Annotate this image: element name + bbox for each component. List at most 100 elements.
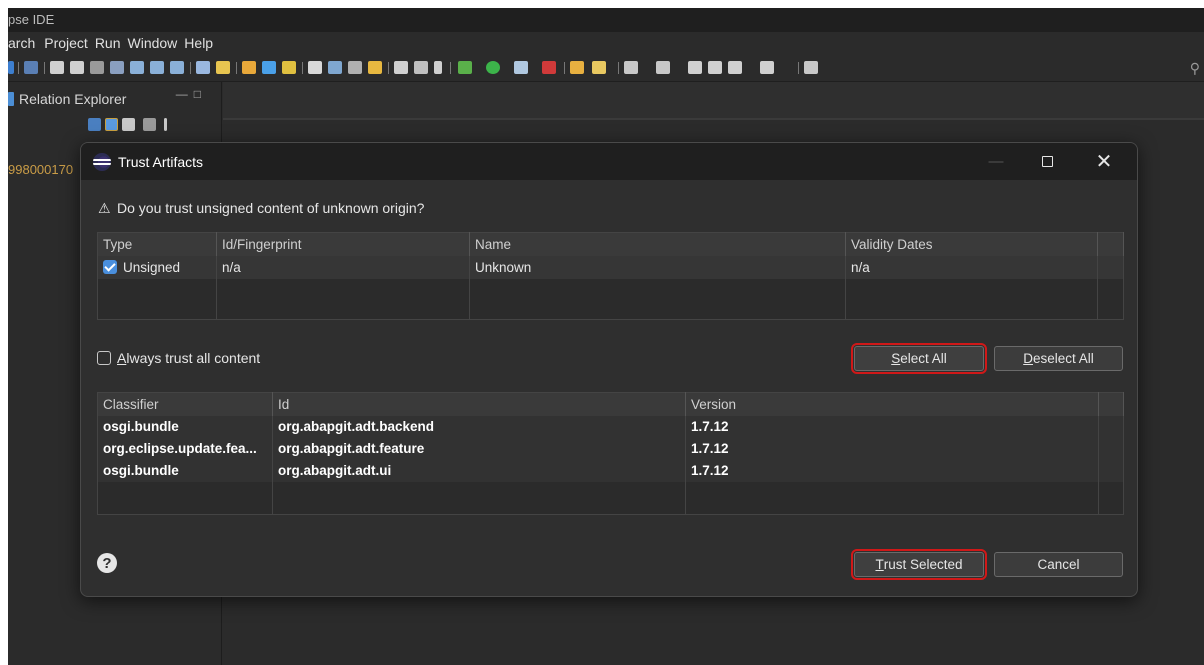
menu-run[interactable]: Run [95,35,128,54]
step-into-icon[interactable] [130,61,144,74]
version-cell: 1.7.12 [685,437,1099,460]
toolbar-icon[interactable] [282,61,296,74]
step-over-icon[interactable] [150,61,164,74]
toolbar-icon[interactable] [216,61,230,74]
editor-tab-area [223,82,1204,120]
toolbar-icon[interactable] [308,61,322,74]
column-header-filler [1097,232,1124,257]
filler-cell [1098,459,1124,482]
column-header-type[interactable]: Type [97,232,217,257]
resume-icon[interactable] [50,61,64,74]
ide-title: pse IDE [8,12,55,27]
menu-help[interactable]: Help [184,35,220,54]
type-cell[interactable]: Unsigned [97,256,217,279]
dialog-titlebar: Trust Artifacts — ✕ [81,143,1137,180]
toolbar-icon[interactable] [196,61,210,74]
toolbar-icon[interactable] [368,61,382,74]
toolbar-icon[interactable] [514,61,528,74]
toolbar-icon[interactable] [242,61,256,74]
always-trust-mnemonic: A [117,350,127,366]
debug-icon[interactable] [458,61,472,74]
always-trust-checkbox[interactable]: Always trust all content [97,350,260,366]
version-cell: 1.7.12 [685,415,1099,438]
view-menu-icon[interactable] [164,118,167,131]
toolbar-icon[interactable] [110,61,124,74]
toolbar-icon[interactable] [394,61,408,74]
suspend-icon[interactable] [70,61,84,74]
column-header-validity-dates[interactable]: Validity Dates [845,232,1098,257]
cancel-button[interactable]: Cancel [994,552,1123,577]
minimize-icon[interactable]: — [973,143,1019,180]
tree-item[interactable]: 998000170 [8,162,73,177]
table-row[interactable]: osgi.bundle org.abapgit.adt.ui 1.7.12 [97,459,1124,482]
select-all-button[interactable]: Select All [851,343,987,374]
toolbar-separator [44,62,45,74]
forward-icon[interactable] [708,61,722,74]
unsigned-checkbox[interactable] [103,259,117,274]
search-icon[interactable]: ⚲ [1190,60,1200,77]
menu-project[interactable]: Project [44,35,95,54]
ide-titlebar: pse IDE [8,8,1204,32]
toolbar-icon[interactable] [804,61,818,74]
column-header-filler [1098,392,1124,416]
toolbar-icon[interactable] [143,118,156,131]
forward-arrow-icon[interactable] [760,61,774,74]
column-header-version[interactable]: Version [685,392,1099,416]
column-header-name[interactable]: Name [469,232,846,257]
trust-artifacts-dialog: Trust Artifacts — ✕ ⚠ Do you trust unsign… [80,142,1138,597]
table-row[interactable]: org.eclipse.update.fea... org.abapgit.ad… [97,437,1124,460]
toolbar-icon[interactable] [592,61,606,74]
id-cell: org.abapgit.adt.ui [272,459,686,482]
column-header-classifier[interactable]: Classifier [97,392,273,416]
back-icon[interactable] [688,61,702,74]
column-header-id-fingerprint[interactable]: Id/Fingerprint [216,232,470,257]
filler-cell [1097,256,1124,279]
toolbar-icon[interactable] [24,61,38,74]
relation-explorer-tab[interactable]: Relation Explorer —□ [8,82,221,115]
toolbar-icon[interactable] [570,61,584,74]
toolbar-icon[interactable] [348,61,362,74]
column-header-id[interactable]: Id [272,392,686,416]
maximize-icon[interactable] [1024,143,1070,180]
id-cell: n/a [216,256,470,279]
empty-row [97,481,1124,515]
menu-window[interactable]: Window [128,35,185,54]
toolbar-separator [564,62,565,74]
collapse-icon[interactable] [88,118,101,131]
view-minimize-maximize-icon[interactable]: —□ [176,87,207,101]
always-trust-checkbox-box[interactable] [97,351,111,365]
warning-icon: ⚠ [98,200,111,216]
toolbar-icon[interactable] [328,61,342,74]
help-icon[interactable]: ? [97,553,117,573]
toolbar-icon[interactable] [262,61,276,74]
step-return-icon[interactable] [170,61,184,74]
close-icon[interactable]: ✕ [1081,143,1127,180]
run-icon[interactable] [486,61,500,74]
id-cell: org.abapgit.adt.feature [272,437,686,460]
certificates-table: Type Id/Fingerprint Name Validity Dates … [97,232,1124,320]
trust-question: ⚠ Do you trust unsigned content of unknow… [98,200,424,217]
menu-search[interactable]: arch [8,35,44,54]
filler-cell [1098,415,1124,438]
toolbar-icon[interactable] [656,61,670,74]
trust-selected-button[interactable]: Trust Selected [851,549,987,580]
classifier-cell: osgi.bundle [97,415,273,438]
toolbar-separator [450,62,451,74]
pilcrow-icon[interactable] [434,61,442,74]
table-row[interactable]: Unsigned n/a Unknown n/a [97,256,1124,279]
toolbar-separator [388,62,389,74]
back-arrow-icon[interactable] [728,61,742,74]
version-cell: 1.7.12 [685,459,1099,482]
toolbar-icon[interactable] [414,61,428,74]
link-icon[interactable] [105,118,118,131]
toolbar-icon[interactable] [8,61,14,74]
toolbar-separator [798,62,799,74]
filter-icon[interactable] [122,118,135,131]
toolbar-separator [236,62,237,74]
toolbar-separator [18,62,19,74]
toolbar-icon[interactable] [542,61,556,74]
deselect-all-button[interactable]: Deselect All [994,346,1123,371]
table-row[interactable]: osgi.bundle org.abapgit.adt.backend 1.7.… [97,415,1124,438]
toolbar-icon[interactable] [624,61,638,74]
terminate-icon[interactable] [90,61,104,74]
